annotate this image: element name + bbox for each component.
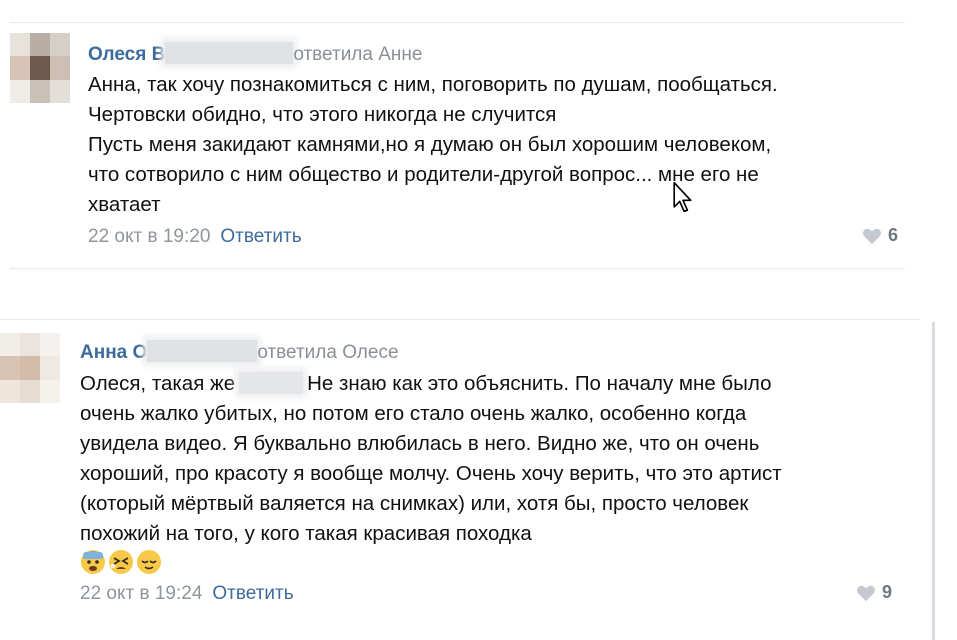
comment-header: Олеся В ответила Анне xyxy=(88,42,422,67)
reply-button[interactable]: Ответить xyxy=(212,583,293,604)
like-count: 6 xyxy=(888,225,899,245)
top-separator xyxy=(10,22,905,23)
comment-line: Анна, так хочу познакомиться с ним, пого… xyxy=(88,73,778,96)
comment-date[interactable]: 22 окт в 19:20 xyxy=(88,226,210,247)
comment-line: Пусть меня закидают камнями,но я думаю о… xyxy=(88,133,772,156)
heart-icon xyxy=(857,585,875,601)
redacted-surname xyxy=(147,340,258,362)
replied-to-label[interactable]: ответила Анне xyxy=(293,44,422,65)
reply-button[interactable]: Ответить xyxy=(220,226,301,247)
like-button[interactable]: 9 xyxy=(856,582,892,603)
comment-separator-2 xyxy=(0,319,920,320)
comment-line: похожий на того, у кого такая красивая п… xyxy=(80,522,532,545)
comment-line: хороший, про красоту я вообще молчу. Оче… xyxy=(80,462,782,485)
scrollbar-track[interactable] xyxy=(932,322,935,640)
like-button[interactable]: 6 xyxy=(862,225,898,246)
comment-line: Чертовски обидно, что этого никогда не с… xyxy=(88,103,557,126)
author-name[interactable]: Олеся В xyxy=(88,44,165,65)
tired-face-emoji xyxy=(109,550,133,574)
relieved-face-emoji xyxy=(137,550,161,574)
comment-line-start: Олеся, такая же xyxy=(80,372,236,395)
mouse-cursor-icon xyxy=(673,181,692,213)
comment-date[interactable]: 22 окт в 19:24 xyxy=(80,583,202,604)
avatar[interactable] xyxy=(10,33,70,104)
heart-icon xyxy=(863,228,881,244)
replied-to-label[interactable]: ответила Олесе xyxy=(257,342,398,363)
comment-line: Олеся, такая же Не знаю как это объяснить… xyxy=(80,369,782,399)
comment-separator xyxy=(10,268,905,269)
redacted-word xyxy=(239,372,304,394)
redacted-surname xyxy=(165,42,294,64)
like-count: 9 xyxy=(882,582,893,602)
comment-text: Олеся, такая же Не знаю как это объяснить… xyxy=(80,369,782,549)
comment-line-end: Не знаю как это объяснить. По началу мне… xyxy=(307,372,772,395)
comment-meta: 22 окт в 19:24 Ответить xyxy=(80,582,294,606)
anxious-face-emoji xyxy=(81,550,105,574)
comment-meta: 22 окт в 19:20 Ответить xyxy=(88,225,302,249)
comment-line: (который мёртвый валяется на снимках) ил… xyxy=(80,492,749,515)
comment-line: очень жалко убитых, но потом его стало о… xyxy=(80,402,747,425)
avatar[interactable] xyxy=(0,333,60,404)
comment-line: увидела видео. Я буквально влюбилась в н… xyxy=(80,432,760,455)
emoji-row xyxy=(80,549,162,575)
author-name[interactable]: Анна О xyxy=(80,342,147,363)
comment-header: Анна О ответила Олесе xyxy=(80,340,399,365)
